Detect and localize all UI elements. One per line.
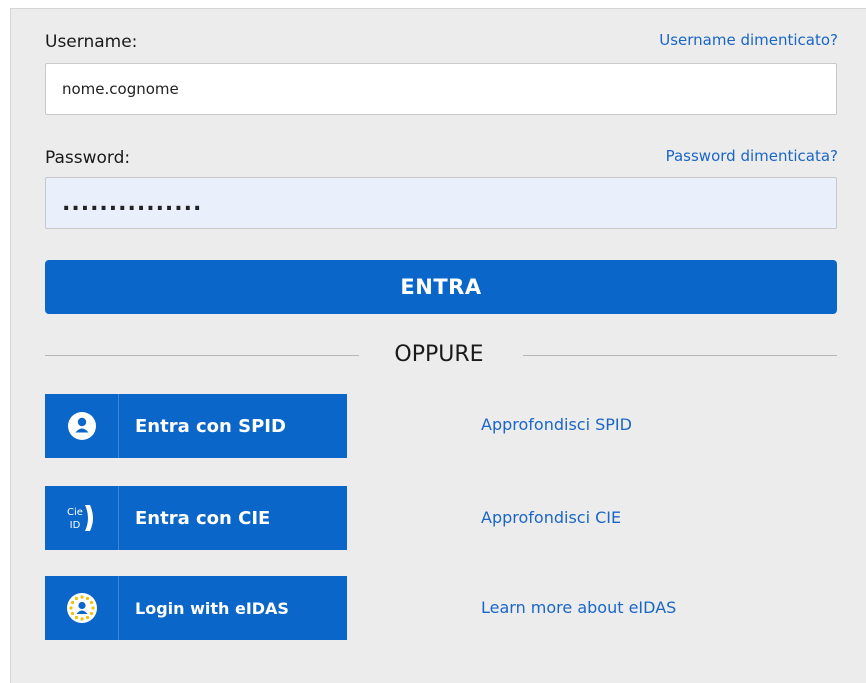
divider-right <box>523 355 837 356</box>
password-input[interactable] <box>45 177 837 229</box>
svg-text:Cie: Cie <box>67 507 83 518</box>
eidas-info-link[interactable]: Learn more about eIDAS <box>481 598 676 617</box>
username-label: Username: <box>45 32 138 52</box>
divider-left <box>45 355 359 356</box>
spid-info-link[interactable]: Approfondisci SPID <box>481 415 632 434</box>
forgot-password-link[interactable]: Password dimenticata? <box>666 147 838 165</box>
login-panel: Username: Username dimenticato? Password… <box>10 8 866 683</box>
password-label: Password: <box>45 148 131 168</box>
spid-user-icon <box>45 394 119 458</box>
cie-button-label: Entra con CIE <box>135 507 271 529</box>
cie-info-link[interactable]: Approfondisci CIE <box>481 508 621 527</box>
login-button[interactable]: ENTRA <box>45 260 837 314</box>
cie-id-icon: Cie ID <box>45 486 119 550</box>
username-input[interactable] <box>45 63 837 115</box>
cie-login-button[interactable]: Cie ID Entra con CIE <box>45 486 347 550</box>
eidas-login-button[interactable]: Login with eIDAS <box>45 576 347 640</box>
eidas-button-label: Login with eIDAS <box>135 598 289 618</box>
spid-button-label: Entra con SPID <box>135 415 286 437</box>
eidas-eu-icon <box>45 576 119 640</box>
forgot-username-link[interactable]: Username dimenticato? <box>659 31 838 49</box>
svg-text:ID: ID <box>69 520 80 531</box>
or-separator: OPPURE <box>394 342 484 367</box>
spid-login-button[interactable]: Entra con SPID <box>45 394 347 458</box>
